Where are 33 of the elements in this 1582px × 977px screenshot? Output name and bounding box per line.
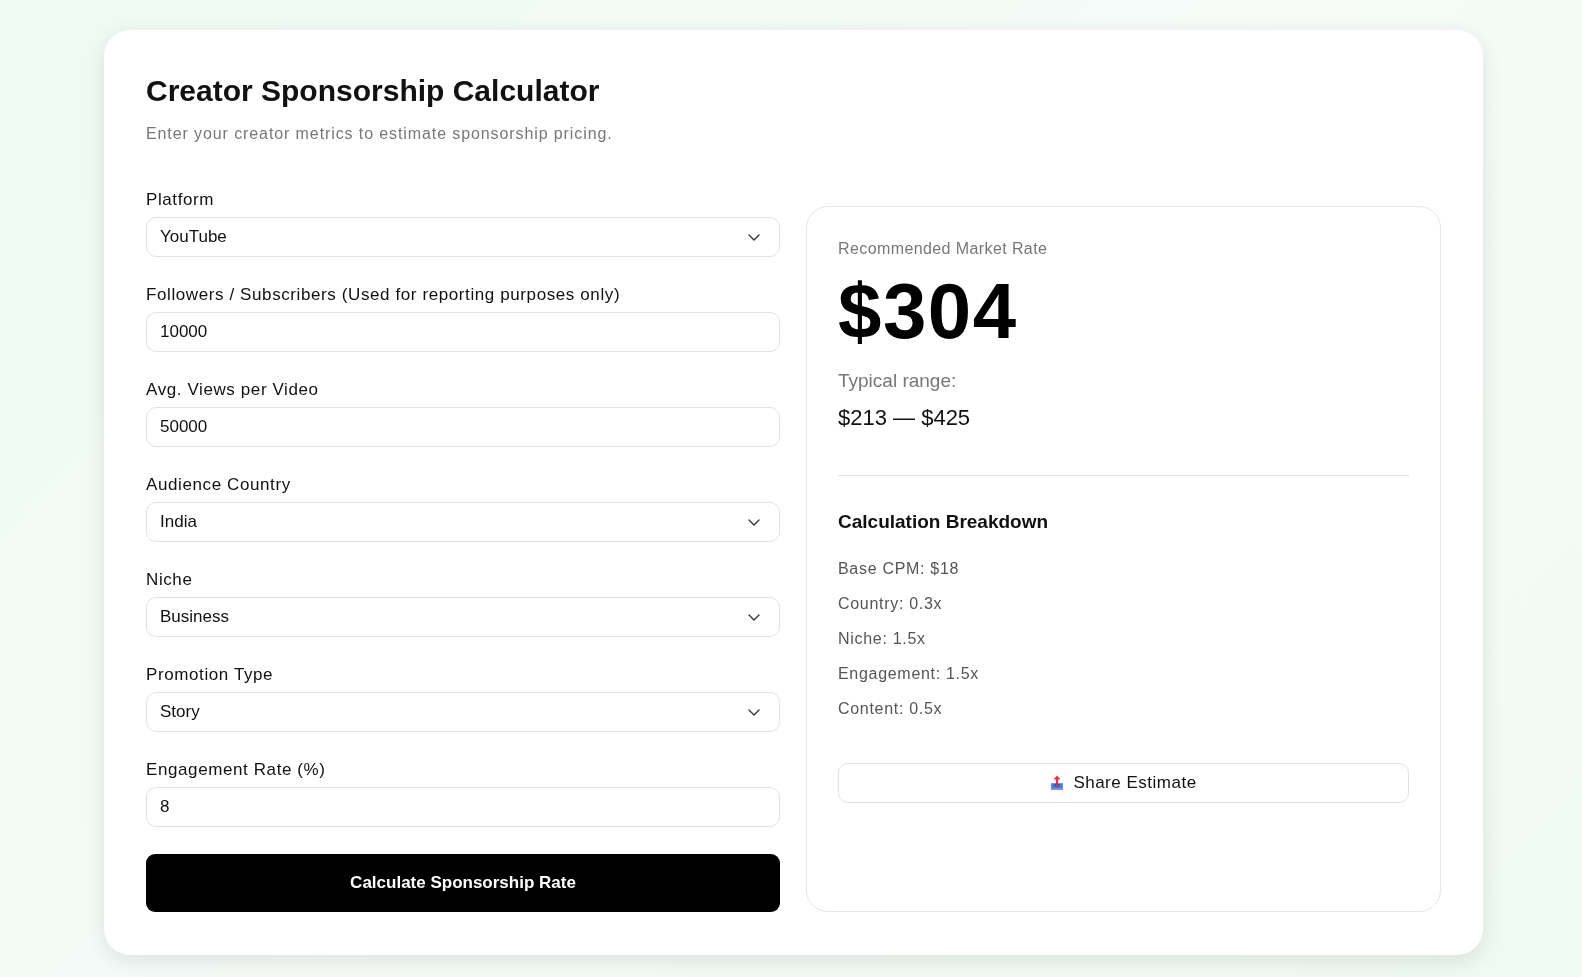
dropdown-field[interactable]: Business	[146, 597, 780, 637]
outbox-tray-icon	[1050, 775, 1065, 791]
field-label: Promotion Type	[146, 665, 275, 685]
range-label: Typical range:	[838, 369, 957, 393]
chevron-down-icon	[748, 708, 760, 716]
breakdown-title: Calculation Breakdown	[838, 510, 1049, 534]
breakdown-item: Niche: 1.5x	[838, 629, 927, 649]
share-button[interactable]: Share Estimate	[838, 763, 1409, 803]
breakdown-item: Country: 0.3x	[838, 594, 944, 614]
breakdown-item: Engagement: 1.5x	[838, 664, 980, 684]
range-value: $213 — $425	[838, 405, 971, 431]
rate-value: $304	[838, 271, 1018, 351]
dropdown-field[interactable]: Story	[146, 692, 780, 732]
text-field[interactable]: 8	[146, 787, 780, 827]
text-field[interactable]: 10000	[146, 312, 780, 352]
page-subtitle: Enter your creator metrics to estimate sponsorship pricing.	[146, 124, 614, 144]
field-label: Audience Country	[146, 475, 292, 495]
chevron-down-icon	[748, 613, 760, 621]
dropdown-field[interactable]: YouTube	[146, 217, 780, 257]
breakdown-item: Base CPM: $18	[838, 559, 961, 579]
dropdown-field[interactable]: India	[146, 502, 780, 542]
chevron-down-icon	[748, 233, 760, 241]
field-label: Platform	[146, 190, 216, 210]
calculate-button[interactable]: Calculate Sponsorship Rate	[146, 854, 780, 912]
field-label: Avg. Views per Video	[146, 380, 320, 400]
breakdown-item: Content: 0.5x	[838, 699, 944, 719]
text-field[interactable]: 50000	[146, 407, 780, 447]
result-label: Recommended Market Rate	[838, 239, 1048, 259]
field-label: Niche	[146, 570, 194, 590]
field-label: Engagement Rate (%)	[146, 760, 327, 780]
chevron-down-icon	[748, 518, 760, 526]
field-label: Followers / Subscribers (Used for reporting purposes only)	[146, 285, 622, 305]
page-title: Creator Sponsorship Calculator	[146, 74, 601, 108]
